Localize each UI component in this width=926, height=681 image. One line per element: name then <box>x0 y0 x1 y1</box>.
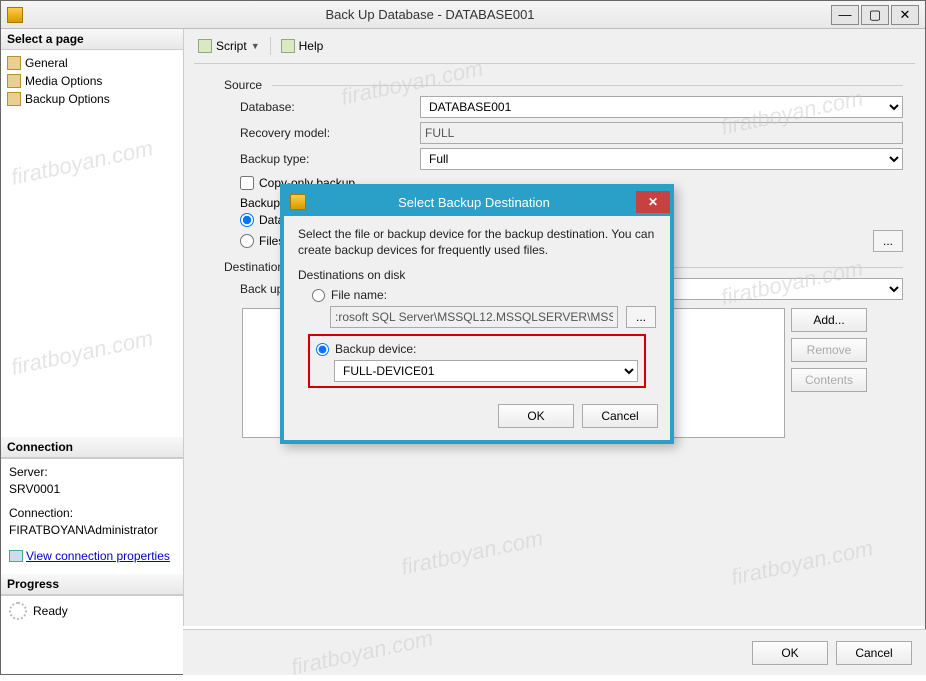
select-page-header: Select a page <box>1 29 183 50</box>
toolbar-separator <box>270 37 271 55</box>
destinations-on-disk-label: Destinations on disk <box>298 268 656 282</box>
copy-only-checkbox[interactable] <box>240 176 254 190</box>
view-connection-properties-link[interactable]: View connection properties <box>9 549 175 563</box>
database-icon <box>290 194 306 210</box>
progress-header: Progress <box>1 574 183 595</box>
minimize-button[interactable]: — <box>831 5 859 25</box>
select-backup-destination-dialog: Select Backup Destination ✕ Select the f… <box>280 184 674 444</box>
modal-ok-button[interactable]: OK <box>498 404 574 428</box>
progress-state: Ready <box>33 604 68 618</box>
toolbar: Script ▼ Help <box>194 35 915 64</box>
modal-close-button[interactable]: ✕ <box>636 191 670 213</box>
backup-type-label: Backup type: <box>240 152 420 166</box>
script-icon <box>198 39 212 53</box>
page-icon <box>7 92 21 106</box>
dialog-footer: OK Cancel <box>183 629 926 675</box>
cancel-button[interactable]: Cancel <box>836 641 912 665</box>
connection-value: FIRATBOYAN\Administrator <box>9 523 175 537</box>
help-icon <box>281 39 295 53</box>
add-destination-button[interactable]: Add... <box>791 308 867 332</box>
highlight-box: Backup device: FULL-DEVICE01 <box>308 334 646 388</box>
page-general[interactable]: General <box>7 54 177 72</box>
filegroups-browse-button[interactable]: ... <box>873 230 903 252</box>
component-database-radio[interactable] <box>240 213 254 227</box>
maximize-button[interactable]: ▢ <box>861 5 889 25</box>
page-media-options[interactable]: Media Options <box>7 72 177 90</box>
contents-button[interactable]: Contents <box>791 368 867 392</box>
file-browse-button[interactable]: ... <box>626 306 656 328</box>
recovery-model-field <box>420 122 903 144</box>
server-label: Server: <box>9 465 175 479</box>
page-icon <box>7 56 21 70</box>
connection-header: Connection <box>1 437 183 458</box>
modal-titlebar: Select Backup Destination ✕ <box>284 188 670 216</box>
modal-cancel-button[interactable]: Cancel <box>582 404 658 428</box>
ok-button[interactable]: OK <box>752 641 828 665</box>
page-backup-options[interactable]: Backup Options <box>7 90 177 108</box>
page-icon <box>7 74 21 88</box>
database-label: Database: <box>240 100 420 114</box>
recovery-model-label: Recovery model: <box>240 126 420 140</box>
remove-destination-button[interactable]: Remove <box>791 338 867 362</box>
server-value: SRV0001 <box>9 482 175 496</box>
window-title: Back Up Database - DATABASE001 <box>29 7 831 22</box>
close-button[interactable]: ✕ <box>891 5 919 25</box>
window-titlebar: Back Up Database - DATABASE001 — ▢ ✕ <box>1 1 925 29</box>
script-button[interactable]: Script ▼ <box>194 37 264 55</box>
left-panel: Select a page General Media Options Back… <box>1 29 184 626</box>
properties-icon <box>9 550 23 562</box>
source-group-label: Source <box>224 78 903 92</box>
backup-device-select[interactable]: FULL-DEVICE01 <box>334 360 638 382</box>
chevron-down-icon[interactable]: ▼ <box>251 41 260 51</box>
file-name-radio[interactable] <box>312 289 325 302</box>
connection-label: Connection: <box>9 506 175 520</box>
database-select[interactable]: DATABASE001 <box>420 96 903 118</box>
help-button[interactable]: Help <box>277 37 328 55</box>
database-icon <box>7 7 23 23</box>
file-name-field <box>330 306 618 328</box>
backup-type-select[interactable]: Full <box>420 148 903 170</box>
backup-device-radio[interactable] <box>316 343 329 356</box>
progress-spinner-icon <box>9 602 27 620</box>
modal-intro-text: Select the file or backup device for the… <box>298 226 656 258</box>
component-files-radio[interactable] <box>240 234 254 248</box>
